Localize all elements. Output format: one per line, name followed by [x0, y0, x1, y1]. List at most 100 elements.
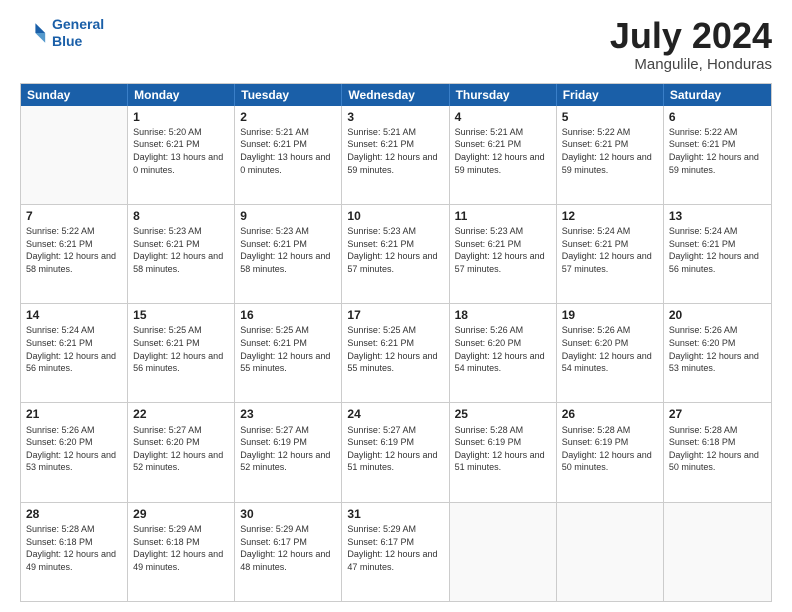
calendar-cell: 22 Sunrise: 5:27 AMSunset: 6:20 PMDayligh… — [128, 403, 235, 501]
header-day-wednesday: Wednesday — [342, 84, 449, 106]
calendar-cell: 8Sunrise: 5:23 AMSunset: 6:21 PMDaylight… — [128, 205, 235, 303]
calendar-header: SundayMondayTuesdayWednesdayThursdayFrid… — [21, 84, 771, 106]
day-info: Sunrise: 5:28 AMSunset: 6:18 PMDaylight:… — [669, 424, 766, 474]
day-info: Sunrise: 5:21 AMSunset: 6:21 PMDaylight:… — [347, 126, 443, 176]
day-info: Sunrise: 5:24 AMSunset: 6:21 PMDaylight:… — [562, 225, 658, 275]
calendar-cell: 26 Sunrise: 5:28 AMSunset: 6:19 PMDayligh… — [557, 403, 664, 501]
day-info: Sunrise: 5:28 AMSunset: 6:18 PMDaylight:… — [26, 523, 122, 573]
day-info: Sunrise: 5:25 AMSunset: 6:21 PMDaylight:… — [240, 324, 336, 374]
calendar-cell: 20Sunrise: 5:26 AMSunset: 6:20 PMDayligh… — [664, 304, 771, 402]
day-number: 3 — [347, 109, 443, 125]
day-info: Sunrise: 5:22 AMSunset: 6:21 PMDaylight:… — [562, 126, 658, 176]
day-info: Sunrise: 5:21 AMSunset: 6:21 PMDaylight:… — [455, 126, 551, 176]
title-block: July 2024 Mangulile, Honduras — [610, 16, 772, 73]
calendar-cell: 5Sunrise: 5:22 AMSunset: 6:21 PMDaylight… — [557, 106, 664, 204]
calendar-cell — [557, 503, 664, 601]
calendar-cell: 18Sunrise: 5:26 AMSunset: 6:20 PMDayligh… — [450, 304, 557, 402]
day-info: Sunrise: 5:22 AMSunset: 6:21 PMDaylight:… — [669, 126, 766, 176]
day-info: Sunrise: 5:29 AMSunset: 6:17 PMDaylight:… — [240, 523, 336, 573]
day-number: 1 — [133, 109, 229, 125]
day-number: 14 — [26, 307, 122, 323]
calendar-cell: 2Sunrise: 5:21 AMSunset: 6:21 PMDaylight… — [235, 106, 342, 204]
day-info: Sunrise: 5:28 AMSunset: 6:19 PMDaylight:… — [562, 424, 658, 474]
day-info: Sunrise: 5:23 AMSunset: 6:21 PMDaylight:… — [133, 225, 229, 275]
page: General Blue July 2024 Mangulile, Hondur… — [0, 0, 792, 612]
calendar-cell: 17Sunrise: 5:25 AMSunset: 6:21 PMDayligh… — [342, 304, 449, 402]
day-info: Sunrise: 5:26 AMSunset: 6:20 PMDaylight:… — [669, 324, 766, 374]
day-info: Sunrise: 5:26 AMSunset: 6:20 PMDaylight:… — [455, 324, 551, 374]
main-title: July 2024 — [610, 16, 772, 56]
header-day-thursday: Thursday — [450, 84, 557, 106]
calendar-cell: 24Sunrise: 5:27 AMSunset: 6:19 PMDayligh… — [342, 403, 449, 501]
day-info: Sunrise: 5:23 AMSunset: 6:21 PMDaylight:… — [240, 225, 336, 275]
calendar-cell: 27 Sunrise: 5:28 AMSunset: 6:18 PMDayligh… — [664, 403, 771, 501]
calendar-cell — [664, 503, 771, 601]
day-number: 2 — [240, 109, 336, 125]
logo-text: General Blue — [52, 16, 104, 50]
calendar-cell: 6Sunrise: 5:22 AMSunset: 6:21 PMDaylight… — [664, 106, 771, 204]
header-day-monday: Monday — [128, 84, 235, 106]
header-day-friday: Friday — [557, 84, 664, 106]
day-number: 31 — [347, 506, 443, 522]
calendar-body: 1Sunrise: 5:20 AMSunset: 6:21 PMDaylight… — [21, 106, 771, 601]
day-number: 9 — [240, 208, 336, 224]
day-number: 27 — [669, 406, 766, 422]
day-number: 4 — [455, 109, 551, 125]
calendar-cell: 7Sunrise: 5:22 AMSunset: 6:21 PMDaylight… — [21, 205, 128, 303]
calendar-cell: 23 Sunrise: 5:27 AMSunset: 6:19 PMDayligh… — [235, 403, 342, 501]
calendar-cell: 10Sunrise: 5:23 AMSunset: 6:21 PMDayligh… — [342, 205, 449, 303]
day-info: Sunrise: 5:22 AMSunset: 6:21 PMDaylight:… — [26, 225, 122, 275]
day-info: Sunrise: 5:23 AMSunset: 6:21 PMDaylight:… — [347, 225, 443, 275]
calendar-cell: 13Sunrise: 5:24 AMSunset: 6:21 PMDayligh… — [664, 205, 771, 303]
day-info: Sunrise: 5:28 AMSunset: 6:19 PMDaylight:… — [455, 424, 551, 474]
calendar-row-0: 1Sunrise: 5:20 AMSunset: 6:21 PMDaylight… — [21, 106, 771, 205]
header: General Blue July 2024 Mangulile, Hondur… — [20, 16, 772, 73]
calendar-cell: 28Sunrise: 5:28 AMSunset: 6:18 PMDayligh… — [21, 503, 128, 601]
calendar-cell: 30Sunrise: 5:29 AMSunset: 6:17 PMDayligh… — [235, 503, 342, 601]
day-number: 30 — [240, 506, 336, 522]
calendar-cell: 12Sunrise: 5:24 AMSunset: 6:21 PMDayligh… — [557, 205, 664, 303]
calendar-cell: 3Sunrise: 5:21 AMSunset: 6:21 PMDaylight… — [342, 106, 449, 204]
day-number: 20 — [669, 307, 766, 323]
day-number: 13 — [669, 208, 766, 224]
day-number: 22 — [133, 406, 229, 422]
day-number: 11 — [455, 208, 551, 224]
day-number: 16 — [240, 307, 336, 323]
day-number: 23 — [240, 406, 336, 422]
header-day-sunday: Sunday — [21, 84, 128, 106]
calendar-cell: 29Sunrise: 5:29 AMSunset: 6:18 PMDayligh… — [128, 503, 235, 601]
calendar-row-4: 28Sunrise: 5:28 AMSunset: 6:18 PMDayligh… — [21, 503, 771, 601]
day-info: Sunrise: 5:27 AMSunset: 6:19 PMDaylight:… — [347, 424, 443, 474]
day-info: Sunrise: 5:20 AMSunset: 6:21 PMDaylight:… — [133, 126, 229, 176]
calendar-cell: 15Sunrise: 5:25 AMSunset: 6:21 PMDayligh… — [128, 304, 235, 402]
day-number: 26 — [562, 406, 658, 422]
day-number: 15 — [133, 307, 229, 323]
day-number: 8 — [133, 208, 229, 224]
logo-icon — [20, 19, 48, 47]
day-number: 29 — [133, 506, 229, 522]
day-number: 6 — [669, 109, 766, 125]
day-number: 7 — [26, 208, 122, 224]
day-info: Sunrise: 5:27 AMSunset: 6:20 PMDaylight:… — [133, 424, 229, 474]
calendar-cell: 9Sunrise: 5:23 AMSunset: 6:21 PMDaylight… — [235, 205, 342, 303]
day-info: Sunrise: 5:21 AMSunset: 6:21 PMDaylight:… — [240, 126, 336, 176]
calendar: SundayMondayTuesdayWednesdayThursdayFrid… — [20, 83, 772, 602]
day-info: Sunrise: 5:27 AMSunset: 6:19 PMDaylight:… — [240, 424, 336, 474]
calendar-cell: 21Sunrise: 5:26 AMSunset: 6:20 PMDayligh… — [21, 403, 128, 501]
calendar-cell — [21, 106, 128, 204]
day-number: 28 — [26, 506, 122, 522]
day-number: 10 — [347, 208, 443, 224]
day-number: 18 — [455, 307, 551, 323]
logo-line1: General — [52, 16, 104, 32]
calendar-row-3: 21Sunrise: 5:26 AMSunset: 6:20 PMDayligh… — [21, 403, 771, 502]
day-number: 5 — [562, 109, 658, 125]
header-day-saturday: Saturday — [664, 84, 771, 106]
day-info: Sunrise: 5:23 AMSunset: 6:21 PMDaylight:… — [455, 225, 551, 275]
calendar-cell: 31Sunrise: 5:29 AMSunset: 6:17 PMDayligh… — [342, 503, 449, 601]
subtitle: Mangulile, Honduras — [610, 56, 772, 73]
day-number: 17 — [347, 307, 443, 323]
day-number: 25 — [455, 406, 551, 422]
calendar-cell: 1Sunrise: 5:20 AMSunset: 6:21 PMDaylight… — [128, 106, 235, 204]
day-info: Sunrise: 5:24 AMSunset: 6:21 PMDaylight:… — [669, 225, 766, 275]
day-info: Sunrise: 5:26 AMSunset: 6:20 PMDaylight:… — [26, 424, 122, 474]
